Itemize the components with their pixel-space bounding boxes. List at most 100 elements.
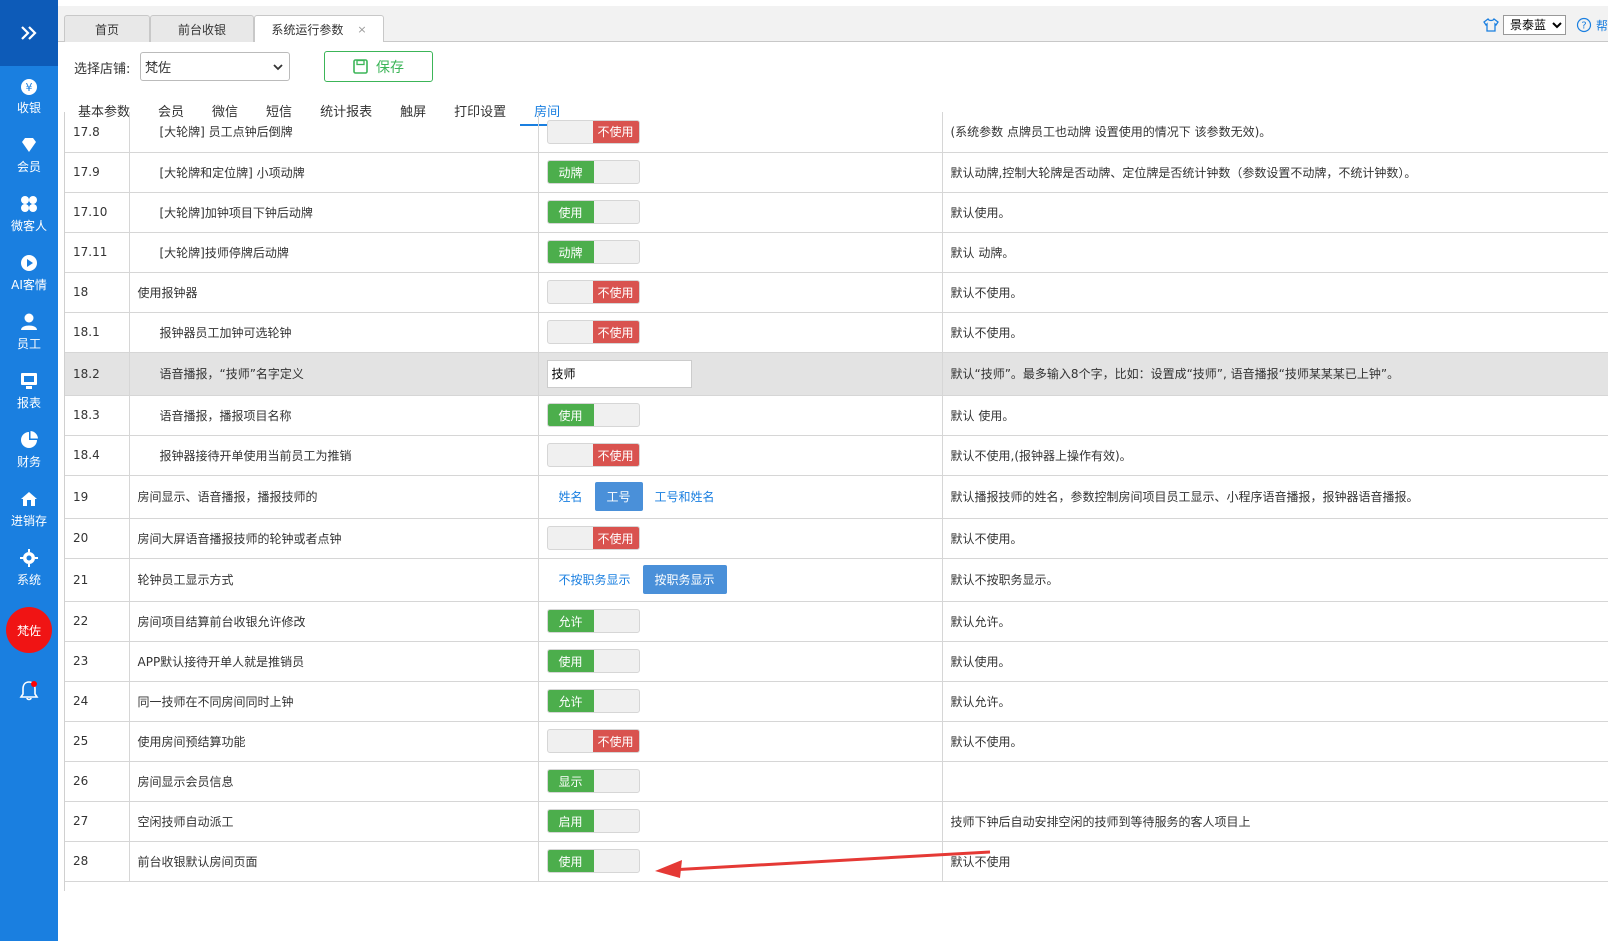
toggle-label: 启用 bbox=[547, 810, 594, 832]
row-number: 19 bbox=[65, 475, 130, 519]
table-row: 17.9 [大轮牌和定位牌] 小项动牌 动牌 默认动牌,控制大轮牌是否动牌、定位牌是否… bbox=[65, 152, 1608, 193]
toggle-switch[interactable]: 不使用 bbox=[546, 280, 640, 304]
param-description: 技师下钟后自动安排空闲的技师到等待服务的客人项目上 bbox=[942, 801, 1608, 842]
store-avatar[interactable]: 梵佐 bbox=[6, 607, 52, 653]
param-description bbox=[942, 761, 1608, 802]
text-input[interactable] bbox=[546, 359, 692, 388]
param-control-cell: 不使用 bbox=[538, 518, 943, 559]
tab-home[interactable]: 首页 bbox=[64, 15, 150, 42]
toggle-switch[interactable]: 允许 bbox=[546, 609, 640, 633]
toggle-switch[interactable]: 动牌 bbox=[546, 240, 640, 264]
toggle-switch[interactable]: 使用 bbox=[546, 200, 640, 224]
sidebar-item-0[interactable]: ¥ 收银 bbox=[0, 66, 58, 125]
segment-option[interactable]: 姓名 bbox=[547, 482, 595, 511]
toggle-switch[interactable]: 不使用 bbox=[546, 119, 640, 144]
table-row: 19 房间显示、语音播报，播报技师的 姓名 工号 工号和姓名 默认播报技师的姓名，参数控制… bbox=[65, 475, 1608, 519]
toggle-switch[interactable]: 不使用 bbox=[546, 526, 640, 550]
toggle-label: 使用 bbox=[547, 404, 594, 426]
param-name: APP默认接待开单人就是推销员 bbox=[129, 641, 539, 682]
row-number: 21 bbox=[65, 558, 130, 602]
row-number: 20 bbox=[65, 518, 130, 559]
toggle-label: 不使用 bbox=[592, 321, 639, 343]
sidebar-item-label: 微客人 bbox=[10, 218, 47, 233]
toggle-label: 使用 bbox=[547, 850, 594, 872]
store-select-value: 梵佐 bbox=[145, 61, 172, 76]
toggle-label: 动牌 bbox=[547, 161, 594, 183]
shirt-icon[interactable] bbox=[1483, 18, 1499, 32]
sidebar-item-7[interactable]: 进销存 bbox=[0, 479, 58, 538]
sidebar-item-6[interactable]: 财务 bbox=[0, 420, 58, 479]
notification-dot bbox=[31, 681, 37, 687]
row-number: 18 bbox=[65, 272, 130, 313]
sidebar-item-3[interactable]: AI客情 bbox=[0, 243, 58, 302]
sidebar-item-label: 收银 bbox=[16, 100, 41, 115]
segment-option[interactable]: 工号 bbox=[594, 482, 643, 511]
svg-text:¥: ¥ bbox=[26, 81, 33, 94]
toggle-label: 不使用 bbox=[592, 120, 639, 143]
settings-table: 17.8 [大轮牌] 员工点钟后倒牌 不使用 (系统参数 点牌员工也动牌 设置使用的情… bbox=[65, 112, 1608, 882]
toggle-switch[interactable]: 不使用 bbox=[546, 443, 640, 467]
row-number: 17.8 bbox=[65, 112, 130, 153]
toggle-label: 允许 bbox=[547, 690, 594, 712]
settings-table-container[interactable]: 17.8 [大轮牌] 员工点钟后倒牌 不使用 (系统参数 点牌员工也动牌 设置使用的情… bbox=[64, 112, 1608, 891]
segment-option[interactable]: 按职务显示 bbox=[642, 565, 727, 594]
save-button[interactable]: 保存 bbox=[324, 51, 433, 82]
segment-option[interactable]: 不按职务显示 bbox=[547, 565, 643, 594]
toggle-switch[interactable]: 动牌 bbox=[546, 160, 640, 184]
param-control-cell: 使用 bbox=[538, 395, 943, 436]
param-control-cell: 动牌 bbox=[538, 152, 943, 193]
toggle-switch[interactable]: 不使用 bbox=[546, 729, 640, 753]
toggle-switch[interactable]: 不使用 bbox=[546, 320, 640, 344]
sidebar-item-2[interactable]: 微客人 bbox=[0, 184, 58, 243]
sidebar-item-8[interactable]: 系统 bbox=[0, 538, 58, 597]
toggle-switch[interactable]: 显示 bbox=[546, 769, 640, 793]
sidebar: ¥ 收银会员微客人 AI客情 员工 报表 财务 进销存 系统 梵佐 bbox=[0, 0, 58, 941]
sidebar-item-label: 会员 bbox=[16, 159, 41, 174]
param-control-cell: 不使用 bbox=[538, 721, 943, 762]
param-description: 默认“技师”。最多输入8个字，比如：设置成“技师”, 语音播报“技师某某某已上钟… bbox=[942, 352, 1608, 396]
top-right-controls: 景泰蓝 ? 帮 bbox=[1483, 15, 1608, 35]
app-root: ¥ 收银会员微客人 AI客情 员工 报表 财务 进销存 系统 梵佐 首页 前台收银 系统运行参… bbox=[0, 0, 1608, 941]
store-select[interactable]: 梵佐 bbox=[140, 52, 290, 81]
param-control-cell bbox=[538, 352, 943, 396]
param-description: 默认不使用。 bbox=[942, 721, 1608, 762]
tab-label: 前台收银 bbox=[177, 22, 226, 37]
sidebar-expand-button[interactable] bbox=[0, 0, 58, 66]
table-row: 23 APP默认接待开单人就是推销员 使用 默认使用。 bbox=[65, 641, 1608, 682]
tab-system-params[interactable]: 系统运行参数 × bbox=[254, 15, 384, 43]
help-label[interactable]: 帮 bbox=[1596, 17, 1608, 34]
sidebar-item-5[interactable]: 报表 bbox=[0, 361, 58, 420]
tab-front-cashier[interactable]: 前台收银 bbox=[150, 15, 254, 42]
svg-text:?: ? bbox=[1581, 21, 1586, 32]
tab-close-icon[interactable]: × bbox=[357, 23, 366, 36]
segmented-control: 姓名 工号 工号和姓名 bbox=[547, 482, 727, 511]
param-description: 默认允许。 bbox=[942, 681, 1608, 722]
param-name: 房间显示、语音播报，播报技师的 bbox=[129, 475, 539, 519]
notification-button[interactable] bbox=[0, 671, 58, 711]
sidebar-item-4[interactable]: 员工 bbox=[0, 302, 58, 361]
sidebar-item-1[interactable]: 会员 bbox=[0, 125, 58, 184]
row-number: 17.11 bbox=[65, 232, 130, 273]
row-number: 18.2 bbox=[65, 352, 130, 396]
toggle-switch[interactable]: 使用 bbox=[546, 849, 640, 873]
param-control-cell: 启用 bbox=[538, 801, 943, 842]
toggle-switch[interactable]: 使用 bbox=[546, 403, 640, 427]
top-tab-bar: 首页 前台收银 系统运行参数 × 景泰蓝 ? 帮 bbox=[58, 6, 1608, 43]
pie-icon bbox=[21, 430, 38, 448]
help-icon[interactable]: ? bbox=[1576, 17, 1592, 33]
param-control-cell: 使用 bbox=[538, 841, 943, 882]
row-number: 18.4 bbox=[65, 435, 130, 476]
theme-select[interactable]: 景泰蓝 bbox=[1502, 15, 1566, 35]
param-name: 空闲技师自动派工 bbox=[129, 801, 539, 842]
diamond-icon bbox=[22, 137, 36, 152]
table-row: 18 使用报钟器 不使用 默认不使用。 bbox=[65, 272, 1608, 313]
table-row: 17.10 [大轮牌]加钟项目下钟后动牌 使用 默认使用。 bbox=[65, 192, 1608, 233]
param-name: 房间大屏语音播报技师的轮钟或者点钟 bbox=[129, 518, 539, 559]
segmented-control: 不按职务显示 按职务显示 bbox=[547, 565, 727, 594]
param-name: 轮钟员工显示方式 bbox=[129, 558, 539, 602]
toggle-switch[interactable]: 启用 bbox=[546, 809, 640, 833]
toggle-switch[interactable]: 允许 bbox=[546, 689, 640, 713]
toggle-switch[interactable]: 使用 bbox=[546, 649, 640, 673]
param-name: 使用房间预结算功能 bbox=[129, 721, 539, 762]
segment-option[interactable]: 工号和姓名 bbox=[643, 482, 727, 511]
